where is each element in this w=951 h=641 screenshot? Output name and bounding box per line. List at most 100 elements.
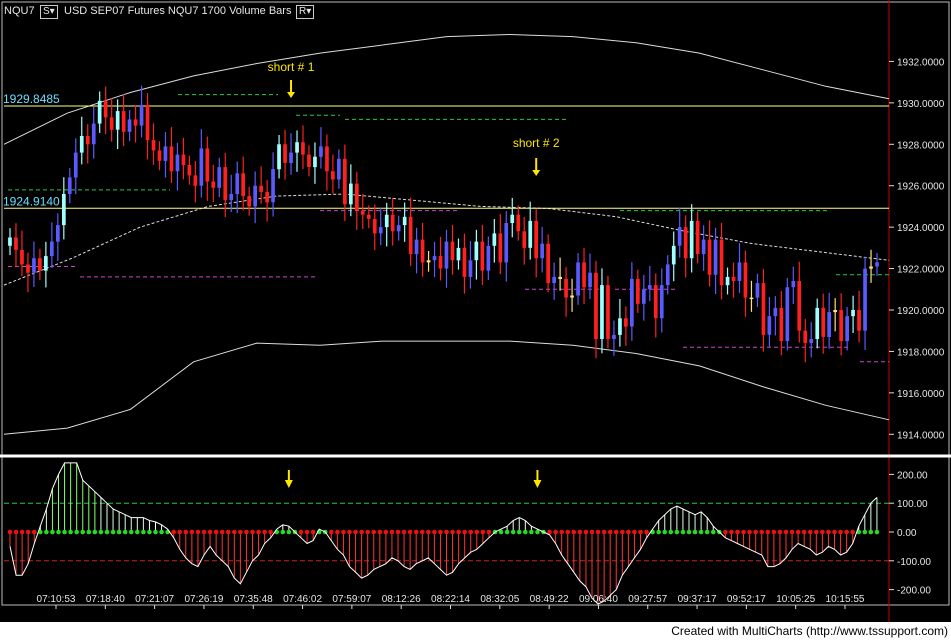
candle-body <box>241 173 245 197</box>
candle-body <box>642 289 646 304</box>
candle-body <box>564 278 568 298</box>
oscillator-axis-label: 200.00 <box>897 470 928 481</box>
candle-body <box>779 307 784 341</box>
price-axis-label: 1932.0000 <box>897 57 945 68</box>
oscillator-dot <box>232 529 237 535</box>
candle-body <box>438 256 443 269</box>
oscillator-dot <box>820 529 825 535</box>
oscillator-dot <box>389 529 395 535</box>
oscillator-dot <box>383 529 389 535</box>
candle-body <box>432 256 437 261</box>
candle-body <box>504 223 509 263</box>
candle-body <box>815 307 820 339</box>
oscillator-dot <box>868 529 874 535</box>
oscillator-dot <box>698 529 704 535</box>
annotation-label: short # 1 <box>268 60 315 74</box>
oscillator-dot <box>250 529 255 535</box>
candle-body <box>109 117 114 130</box>
candle-body <box>372 218 377 234</box>
time-axis-label: 08:12:26 <box>382 594 421 605</box>
oscillator-dot <box>401 529 407 535</box>
candle-body <box>659 285 664 319</box>
oscillator-dot <box>201 529 207 535</box>
oscillator-dot <box>86 529 92 535</box>
candle-body <box>755 283 760 298</box>
footer-credit[interactable]: Created with MultiCharts (http://www.tss… <box>671 624 948 638</box>
candle-body <box>468 260 473 277</box>
price-axis-label: 1916.0000 <box>897 389 945 400</box>
candle-body <box>355 183 359 211</box>
oscillator-dot <box>516 529 522 535</box>
oscillator-dot <box>377 529 383 535</box>
candle-body <box>570 295 574 298</box>
candle-body <box>510 214 515 223</box>
oscillator-dot <box>771 529 777 535</box>
candle-body <box>647 285 652 290</box>
oscillator-dot <box>468 529 474 535</box>
candle-body <box>73 152 78 178</box>
candle-body <box>713 239 718 275</box>
candle-body <box>26 264 30 273</box>
time-axis-label: 08:32:05 <box>480 594 519 605</box>
candle-body <box>851 310 855 317</box>
oscillator-dot <box>777 529 783 535</box>
oscillator-dot <box>565 529 571 535</box>
candle-body <box>833 310 837 313</box>
candle-body <box>235 173 240 194</box>
oscillator-dot <box>189 529 195 535</box>
oscillator-dot <box>644 529 649 535</box>
oscillator-dot <box>128 529 134 535</box>
symbol-label: NQU7 <box>4 5 35 17</box>
oscillator-dot <box>807 529 813 535</box>
candle-body <box>163 146 168 161</box>
candle-body <box>731 276 736 281</box>
candle-body <box>295 142 299 153</box>
oscillator-dot <box>620 529 625 535</box>
oscillator-dot <box>632 529 637 535</box>
candle-body <box>259 185 263 192</box>
oscillator-dot <box>607 529 613 535</box>
time-axis-label: 07:21:07 <box>135 594 174 605</box>
candle-body <box>630 278 634 327</box>
oscillator-dot <box>74 529 79 535</box>
candle-body <box>767 316 772 335</box>
candle-body <box>366 214 371 219</box>
oscillator-dot <box>432 529 437 535</box>
time-axis-label: 07:26:19 <box>184 594 223 605</box>
oscillator-dot <box>523 529 528 535</box>
oscillator-dot <box>153 529 158 535</box>
candle-body <box>624 318 628 327</box>
oscillator-dot <box>874 529 880 535</box>
candle-body <box>636 278 640 304</box>
oscillator-dot <box>474 529 480 535</box>
candle-body <box>331 171 335 180</box>
candle-body <box>193 175 198 186</box>
oscillator-dot <box>280 529 286 535</box>
oscillator-dot <box>838 529 843 535</box>
candle-body <box>283 144 287 163</box>
oscillator-dot <box>419 529 425 535</box>
candle-body <box>151 140 156 151</box>
candle-body <box>223 167 228 201</box>
oscillator-dot <box>238 529 243 535</box>
candle-body <box>169 146 174 172</box>
symbol-button[interactable]: S▾ <box>40 5 58 19</box>
candle-body <box>857 310 861 331</box>
candle-body <box>277 144 281 170</box>
candle-body <box>653 285 658 319</box>
candle-body <box>271 169 275 203</box>
oscillator-dot <box>438 529 443 535</box>
oscillator-dot <box>395 529 401 535</box>
chart-description: USD SEP07 Futures NQU7 1700 Volume Bars <box>64 5 292 17</box>
time-axis-label: 07:35:48 <box>234 594 273 605</box>
oscillator-dot <box>213 529 219 535</box>
oscillator-dot <box>656 529 661 535</box>
price-axis-label: 1922.0000 <box>897 265 945 276</box>
candle-body <box>56 225 60 242</box>
resolution-button[interactable]: R▾ <box>296 5 315 19</box>
oscillator-dot <box>110 529 116 535</box>
oscillator-dot <box>529 529 534 535</box>
oscillator-dot <box>462 529 467 535</box>
oscillator-dot <box>801 529 807 535</box>
candle-body <box>187 165 192 176</box>
